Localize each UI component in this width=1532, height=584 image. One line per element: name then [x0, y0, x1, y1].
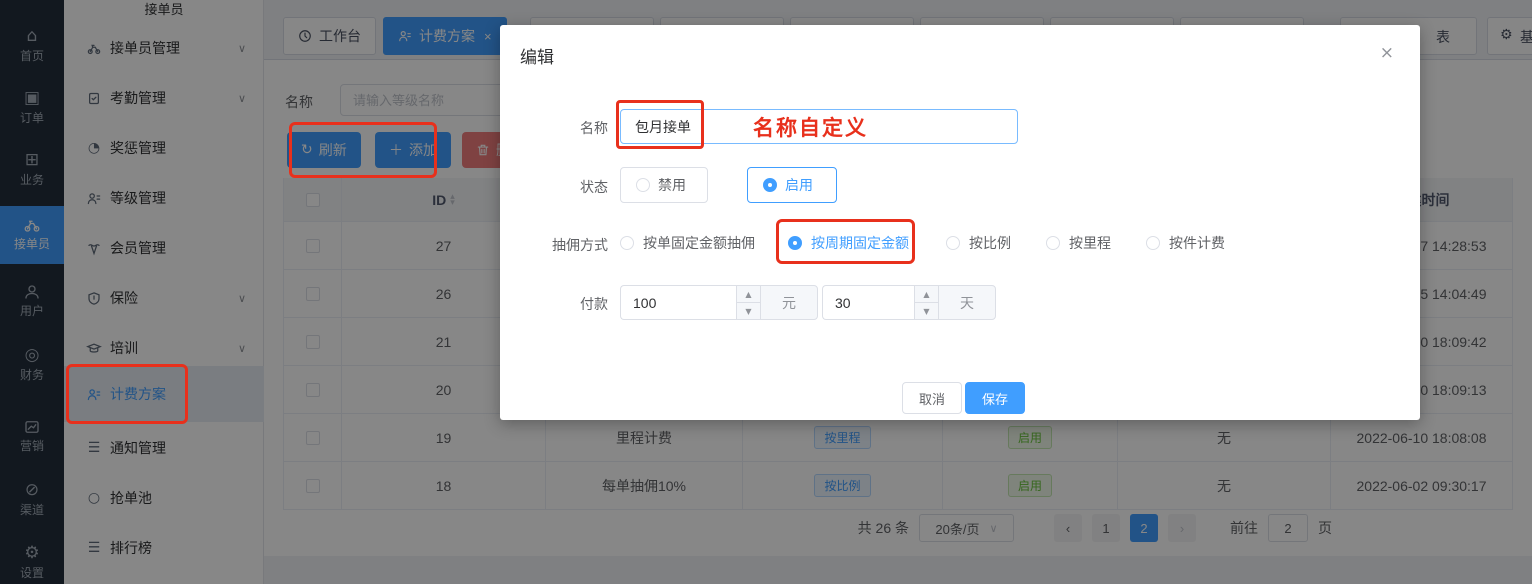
- app-window: ⌂ 首页 ▣ 订单 ⊞ 业务 接单员 用户 ◎ 财务: [0, 0, 1532, 584]
- cancel-button[interactable]: 取消: [902, 382, 962, 414]
- status-option-enabled[interactable]: 启用: [747, 167, 837, 203]
- amount-unit: 元: [760, 285, 818, 320]
- radio-icon: [946, 236, 960, 250]
- status-label: 状态: [518, 177, 608, 197]
- step-down-icon: ▼: [737, 303, 760, 319]
- step-up-icon: ▲: [737, 286, 760, 303]
- step-down-icon: ▼: [915, 303, 938, 319]
- payment-label: 付款: [518, 294, 608, 314]
- amount-stepper[interactable]: ▲▼: [736, 286, 760, 319]
- payment-period-group: ▲▼ 天: [822, 285, 996, 320]
- radio-selected-icon: [763, 178, 777, 192]
- step-up-icon: ▲: [915, 286, 938, 303]
- radio-selected-icon: [788, 236, 802, 250]
- radio-icon: [1046, 236, 1060, 250]
- commission-option-fixed-per-order[interactable]: 按单固定金额抽佣: [620, 233, 755, 253]
- period-unit: 天: [938, 285, 996, 320]
- commission-option-fixed-per-period[interactable]: 按周期固定金额: [788, 233, 909, 253]
- name-label: 名称: [518, 118, 608, 138]
- close-icon[interactable]: ×: [1380, 43, 1394, 63]
- commission-option-by-mileage[interactable]: 按里程: [1046, 233, 1111, 253]
- edit-dialog: 编辑 × 名称 状态 禁用 启用 抽佣方式 按单固定金额抽佣 按周期固定金额 按…: [500, 25, 1420, 420]
- radio-icon: [636, 178, 650, 192]
- commission-label: 抽佣方式: [518, 235, 608, 255]
- status-option-disabled[interactable]: 禁用: [620, 167, 708, 203]
- commission-option-by-ratio[interactable]: 按比例: [946, 233, 1011, 253]
- plan-name-input[interactable]: [620, 109, 1018, 144]
- payment-amount-group: ▲▼ 元: [620, 285, 818, 320]
- save-button[interactable]: 保存: [965, 382, 1025, 414]
- commission-option-by-piece[interactable]: 按件计费: [1146, 233, 1225, 253]
- radio-icon: [1146, 236, 1160, 250]
- period-stepper[interactable]: ▲▼: [914, 286, 938, 319]
- radio-icon: [620, 236, 634, 250]
- dialog-title: 编辑: [520, 43, 554, 68]
